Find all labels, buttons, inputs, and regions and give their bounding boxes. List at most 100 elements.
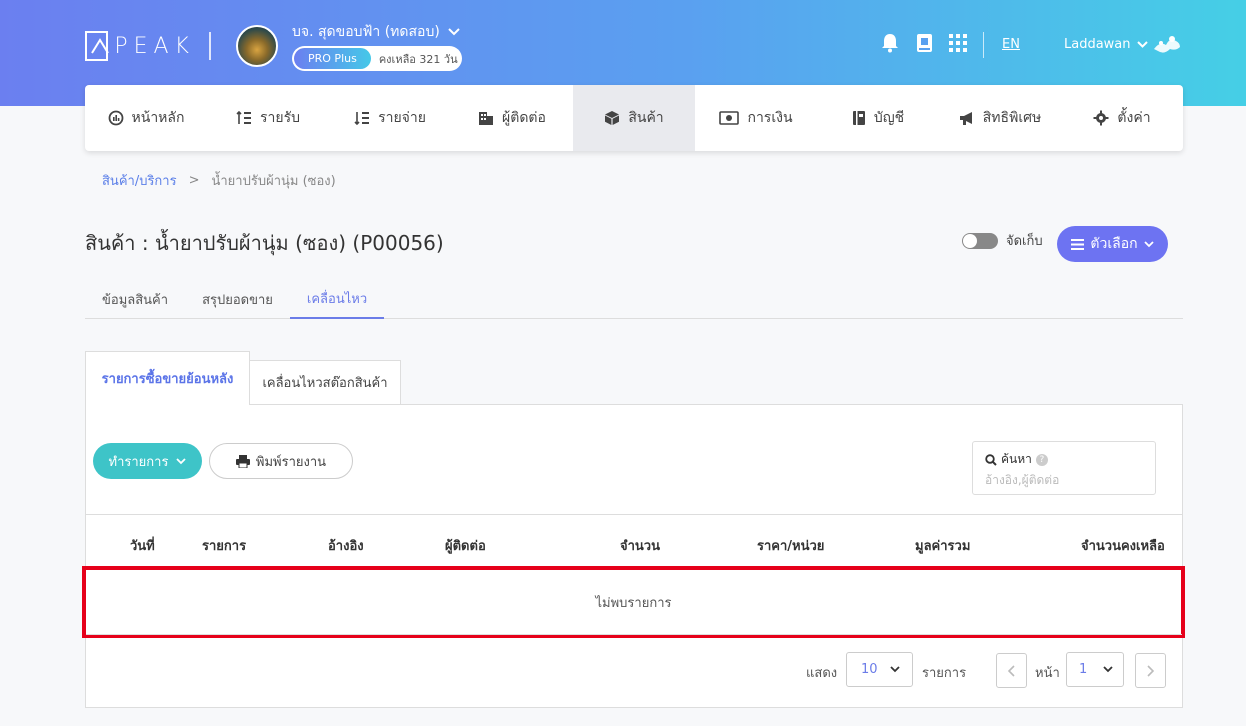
chevron-right-icon	[1147, 664, 1154, 677]
column-remaining-quantity[interactable]: จำนวนคงเหลือ	[1081, 535, 1165, 556]
product-tabs: ข้อมูลสินค้า สรุปยอดขาย เคลื่อนไหว	[85, 280, 1183, 319]
column-date[interactable]: วันที่	[130, 535, 155, 556]
show-label: แสดง	[806, 666, 838, 681]
column-total-value[interactable]: มูลค่ารวม	[915, 535, 970, 556]
prev-page-button[interactable]	[996, 653, 1027, 688]
items-label: รายการ	[922, 666, 967, 681]
plan-badge: PRO Plus	[294, 48, 371, 69]
empty-table-message: ไม่พบรายการ	[82, 566, 1185, 638]
tab-sales-summary[interactable]: สรุปยอดขาย	[185, 280, 290, 319]
main-navbar: หน้าหลัก รายรับ รายจ่าย ผู้ติดต่อ สินค้า…	[85, 85, 1183, 151]
nav-item-contacts[interactable]: ผู้ติดต่อ	[451, 85, 573, 151]
chevron-down-icon	[890, 666, 900, 673]
nav-item-expense[interactable]: รายจ่าย	[329, 85, 451, 151]
nav-item-finance[interactable]: การเงิน	[695, 85, 817, 151]
breadcrumb: สินค้า/บริการ > น้ำยาปรับผ้านุ่ม (ซอง)	[102, 170, 336, 191]
nav-item-products[interactable]: สินค้า	[573, 85, 695, 151]
tab-stock-movements[interactable]: เคลื่อนไหวสต๊อกสินค้า	[250, 360, 401, 405]
column-unit-price[interactable]: ราคา/หน่วย	[757, 535, 824, 556]
search-label-group: ค้นหา ?	[985, 450, 1048, 469]
table-header: วันที่ รายการ อ้างอิง ผู้ติดต่อ จำนวน รา…	[86, 514, 1182, 570]
nav-label: ตั้งค่า	[1117, 110, 1151, 126]
page-value: 1	[1079, 662, 1088, 677]
archive-label: จัดเก็บ	[1006, 234, 1043, 249]
megaphone-icon	[959, 112, 972, 125]
nav-item-privileges[interactable]: สิทธิพิเศษ	[939, 85, 1061, 151]
chevron-down-icon	[1143, 240, 1154, 247]
box-icon	[605, 111, 620, 125]
create-transaction-button[interactable]: ทำรายการ	[93, 443, 202, 479]
user-menu[interactable]: Laddawan	[1064, 37, 1148, 52]
archive-toggle-group: จัดเก็บ	[962, 230, 1043, 251]
top-icons	[880, 33, 968, 53]
plan-pill: PRO Plus คงเหลือ 321 วัน	[292, 46, 462, 71]
column-contact[interactable]: ผู้ติดต่อ	[445, 535, 486, 556]
peak-logo[interactable]: PEAK	[85, 31, 195, 61]
nav-label: ผู้ติดต่อ	[502, 110, 546, 126]
nav-label: สินค้า	[628, 110, 664, 126]
nav-item-income[interactable]: รายรับ	[207, 85, 329, 151]
print-report-label: พิมพ์รายงาน	[255, 454, 327, 470]
help-icon[interactable]: ?	[1035, 453, 1048, 466]
language-switch[interactable]: EN	[1002, 37, 1020, 52]
nav-label: รายรับ	[260, 110, 300, 126]
breadcrumb-current: น้ำยาปรับผ้านุ่ม (ซอง)	[211, 174, 336, 189]
row-divider	[86, 634, 1182, 635]
page-size-select[interactable]: 10	[846, 652, 913, 687]
page-select[interactable]: 1	[1066, 652, 1124, 687]
search-label: ค้นหา	[1001, 452, 1032, 466]
breadcrumb-separator: >	[188, 173, 200, 188]
dashboard-icon	[108, 110, 123, 126]
ledger-icon	[852, 111, 865, 125]
book-icon[interactable]	[914, 33, 934, 53]
column-reference[interactable]: อ้างอิง	[328, 535, 364, 556]
printer-icon	[235, 454, 250, 468]
nav-item-home[interactable]: หน้าหลัก	[85, 85, 207, 151]
tab-transaction-history[interactable]: รายการซื้อขายย้อนหลัง	[85, 351, 250, 405]
nav-item-settings[interactable]: ตั้งค่า	[1061, 85, 1183, 151]
gear-icon	[1093, 110, 1109, 126]
column-quantity[interactable]: จำนวน	[620, 535, 660, 556]
options-label: ตัวเลือก	[1090, 236, 1138, 252]
username: Laddawan	[1064, 37, 1131, 52]
page-label: หน้า	[1035, 666, 1060, 681]
logo-mark-icon	[85, 31, 109, 61]
tab-product-info[interactable]: ข้อมูลสินค้า	[85, 280, 185, 319]
search-box: ค้นหา ?	[972, 441, 1156, 495]
nav-item-accounting[interactable]: บัญชี	[817, 85, 939, 151]
breadcrumb-root-link[interactable]: สินค้า/บริการ	[102, 170, 177, 191]
menu-icon	[1071, 238, 1085, 250]
search-input[interactable]	[985, 471, 1145, 489]
chevron-down-icon	[176, 457, 187, 464]
print-report-button[interactable]: พิมพ์รายงาน	[209, 443, 353, 479]
plan-days-remaining: คงเหลือ 321 วัน	[378, 52, 458, 66]
user-org-logo-icon	[1154, 36, 1180, 53]
chevron-down-icon	[448, 28, 460, 36]
income-icon	[236, 110, 251, 124]
nav-label: หน้าหลัก	[131, 110, 185, 126]
search-icon	[985, 453, 997, 466]
top-divider	[983, 32, 984, 58]
grid-icon[interactable]	[948, 33, 968, 53]
chevron-down-icon	[1136, 41, 1148, 48]
company-name: บจ. สุดขอบฟ้า (ทดสอบ)	[292, 24, 440, 40]
nav-label: การเงิน	[747, 110, 793, 126]
nav-label: สิทธิพิเศษ	[982, 110, 1042, 126]
chevron-down-icon	[1103, 666, 1113, 673]
page-size-value: 10	[861, 662, 878, 677]
options-button[interactable]: ตัวเลือก	[1057, 226, 1168, 262]
company-selector[interactable]: บจ. สุดขอบฟ้า (ทดสอบ)	[292, 21, 460, 43]
column-description[interactable]: รายการ	[202, 535, 246, 556]
company-avatar[interactable]	[236, 25, 278, 67]
next-page-button[interactable]	[1135, 653, 1166, 688]
logo-divider	[209, 32, 211, 60]
create-transaction-label: ทำรายการ	[108, 454, 169, 470]
bell-icon[interactable]	[880, 33, 900, 53]
contacts-icon	[479, 112, 494, 125]
expense-icon	[354, 112, 370, 126]
page-title: สินค้า : น้ำยาปรับผ้านุ่ม (ซอง) (P00056)	[85, 231, 444, 255]
tab-movements[interactable]: เคลื่อนไหว	[289, 280, 385, 319]
archive-toggle[interactable]	[962, 232, 998, 249]
nav-label: บัญชี	[873, 110, 905, 126]
money-icon	[719, 111, 740, 125]
